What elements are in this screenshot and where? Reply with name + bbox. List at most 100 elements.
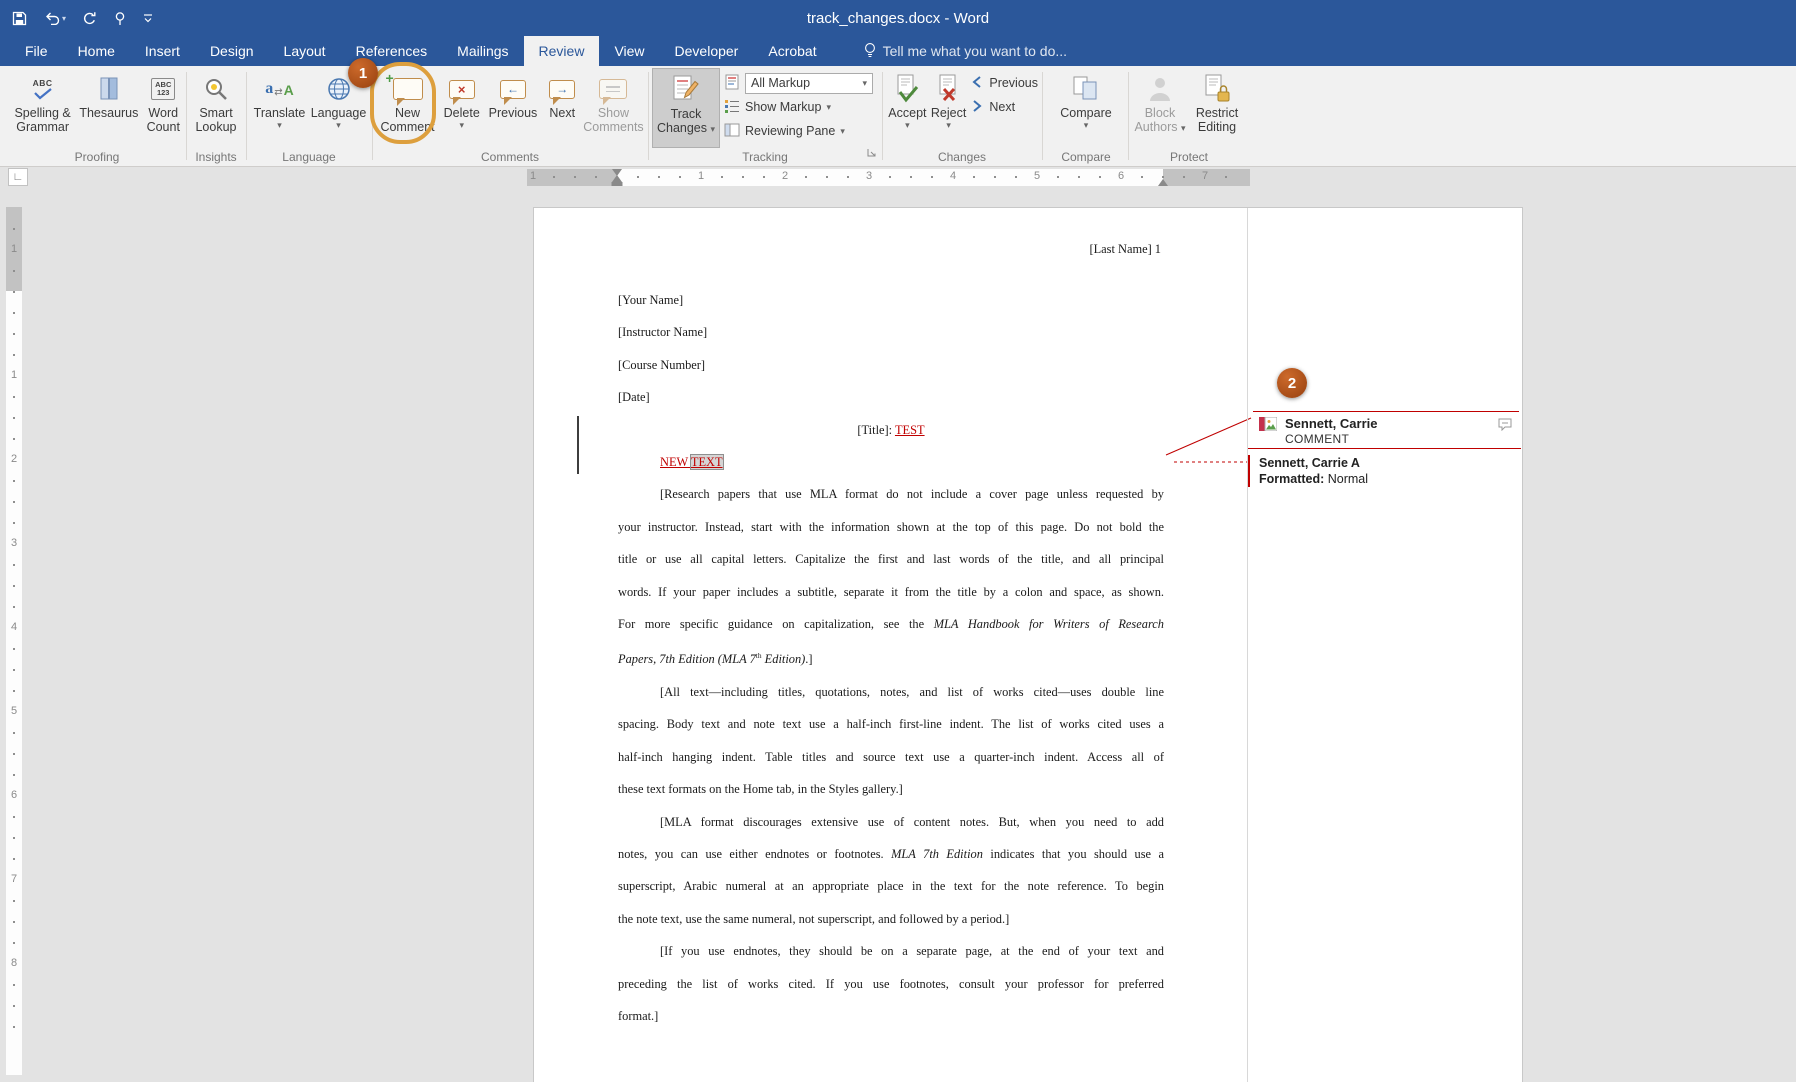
translate-button[interactable]: a⇄A Translate ▾ [250, 68, 309, 148]
display-for-review-caret-icon: ▾ [862, 78, 867, 89]
tab-home[interactable]: Home [63, 36, 130, 66]
document-line: [Date] [618, 381, 1164, 413]
format-change-detail: Formatted: Normal [1259, 471, 1468, 487]
previous-comment-button[interactable]: ← Previous [484, 68, 541, 148]
right-indent-marker[interactable] [1158, 179, 1168, 186]
page-header-text: [Last Name] 1 [1089, 242, 1161, 257]
previous-change-button[interactable]: Previous [970, 72, 1038, 94]
window-title: track_changes.docx - Word [0, 0, 1796, 36]
left-indent-marker[interactable] [612, 182, 623, 186]
track-changes-button[interactable]: Track Changes ▾ [652, 68, 720, 148]
group-separator [1128, 72, 1129, 160]
reject-button[interactable]: Reject ▾ [929, 68, 969, 148]
group-label-protect: Protect [1130, 150, 1248, 164]
display-for-review-select[interactable]: All Markup ▾ [724, 72, 873, 94]
comment-card[interactable]: Sennett, Carrie COMMENT [1253, 411, 1519, 448]
show-markup-button[interactable]: Show Markup▾ [724, 96, 873, 118]
next-change-button[interactable]: Next [970, 96, 1038, 118]
document-line: [All text—including titles, quotations, … [618, 676, 1164, 708]
show-markup-icon [724, 98, 740, 117]
document-line: your instructor. Instead, start with the… [618, 511, 1164, 543]
ribbon-tab-row: File Home Insert Design Layout Reference… [0, 36, 1796, 66]
group-protect: Block Authors ▾ Restrict Editing Protect [1130, 66, 1248, 166]
document-line: title or use all capital letters. Capita… [618, 543, 1164, 575]
document-line: half-inch hanging indent. Table titles a… [618, 741, 1164, 773]
display-for-review-value: All Markup [751, 76, 810, 90]
delete-comment-icon: × [449, 72, 475, 106]
group-tracking: Track Changes ▾ All Markup ▾ Show Markup▾… [650, 66, 880, 166]
group-changes: Accept ▾ Reject ▾ Previous Next [884, 66, 1040, 166]
document-line: the note text, use the same numeral, not… [618, 903, 1164, 935]
show-markup-caret-icon: ▾ [826, 102, 831, 113]
tracking-dialog-launcher-icon[interactable] [866, 145, 877, 163]
document-line: notes, you can use either endnotes or fo… [618, 838, 1164, 870]
inserted-text: NEW [660, 455, 691, 469]
vertical-ruler[interactable]: 112345678 [6, 207, 22, 1075]
tell-me-box[interactable]: Tell me what you want to do... [854, 36, 1077, 66]
format-change-author: Sennett, Carrie A [1259, 455, 1468, 471]
group-label-proofing: Proofing [8, 150, 186, 164]
compare-button[interactable]: Compare ▾ [1055, 68, 1117, 148]
compare-icon [1071, 72, 1101, 106]
previous-comment-icon: ← [500, 72, 526, 106]
annotation-step-2-badge: 2 [1277, 368, 1307, 398]
document-line: For more specific guidance on capitaliza… [618, 608, 1164, 640]
track-changes-dropdown-icon: ▾ [711, 124, 716, 134]
tab-file[interactable]: File [10, 36, 63, 66]
display-for-review-icon [724, 74, 740, 93]
document-body[interactable]: [Your Name] [Instructor Name] [Course Nu… [618, 284, 1164, 1032]
show-comments-icon [599, 72, 627, 106]
reviewing-pane-button[interactable]: Reviewing Pane▾ [724, 120, 873, 142]
document-page[interactable]: [Last Name] 1 [Your Name] [Instructor Na… [533, 207, 1523, 1082]
group-label-compare: Compare [1044, 150, 1128, 164]
title-line: [Title]: TEST [618, 414, 1164, 446]
tab-selector-button[interactable]: ∟ [8, 168, 28, 186]
spelling-grammar-icon: ABC [33, 72, 53, 106]
tab-developer[interactable]: Developer [660, 36, 754, 66]
tracked-change-bar [577, 416, 579, 474]
tab-view[interactable]: View [599, 36, 659, 66]
document-line: format.] [618, 1000, 1164, 1032]
tab-layout[interactable]: Layout [269, 36, 341, 66]
inserted-text-selected[interactable]: TEXT [691, 455, 723, 469]
tracked-format-change[interactable]: Sennett, Carrie A Formatted: Normal [1248, 455, 1468, 487]
thesaurus-button[interactable]: Thesaurus [75, 68, 142, 148]
next-comment-button[interactable]: → Next [542, 68, 583, 148]
delete-comment-button[interactable]: × Delete ▾ [439, 68, 484, 148]
tab-design[interactable]: Design [195, 36, 269, 66]
reject-dropdown-icon: ▾ [946, 120, 951, 131]
tab-acrobat[interactable]: Acrobat [753, 36, 831, 66]
delete-dropdown-icon: ▾ [459, 120, 464, 131]
new-comment-button[interactable]: + New Comment [376, 68, 439, 148]
compare-dropdown-icon: ▾ [1084, 120, 1089, 131]
smart-lookup-button[interactable]: Smart Lookup [190, 68, 242, 148]
group-label-insights: Insights [188, 150, 244, 164]
document-line: Papers, 7th Edition (MLA 7th Edition).] [618, 640, 1164, 676]
comment-text: COMMENT [1285, 432, 1377, 446]
tab-mailings[interactable]: Mailings [442, 36, 523, 66]
accept-dropdown-icon: ▾ [905, 120, 910, 131]
block-authors-icon [1147, 72, 1173, 106]
horizontal-ruler[interactable]: 11234567 [527, 169, 1250, 186]
document-line: [Research papers that use MLA format do … [618, 478, 1164, 510]
tab-insert[interactable]: Insert [130, 36, 195, 66]
vertical-ruler-ticks: 112345678 [6, 207, 22, 1075]
spelling-grammar-button[interactable]: ABC Spelling & Grammar [10, 68, 75, 148]
group-label-changes: Changes [884, 150, 1040, 164]
reply-icon[interactable] [1497, 417, 1513, 436]
group-label-tracking: Tracking [650, 150, 880, 164]
new-comment-icon: + [393, 72, 423, 106]
language-dropdown-icon: ▾ [336, 120, 341, 131]
word-count-button[interactable]: ABC123 Word Count [142, 68, 184, 148]
block-authors-dropdown-icon: ▾ [1181, 123, 1186, 133]
document-line: superscript, Arabic numeral at an approp… [618, 870, 1164, 902]
show-comments-button[interactable]: Show Comments [583, 68, 644, 148]
next-change-icon [970, 99, 984, 116]
tab-review[interactable]: Review [524, 36, 600, 66]
comment-author: Sennett, Carrie [1285, 417, 1377, 431]
group-comments: + New Comment × Delete ▾ ← Previous → Ne… [374, 66, 646, 166]
restrict-editing-button[interactable]: Restrict Editing [1188, 68, 1246, 148]
hanging-indent-marker[interactable] [612, 175, 622, 182]
block-authors-button[interactable]: Block Authors ▾ [1132, 68, 1188, 148]
accept-button[interactable]: Accept ▾ [886, 68, 929, 148]
